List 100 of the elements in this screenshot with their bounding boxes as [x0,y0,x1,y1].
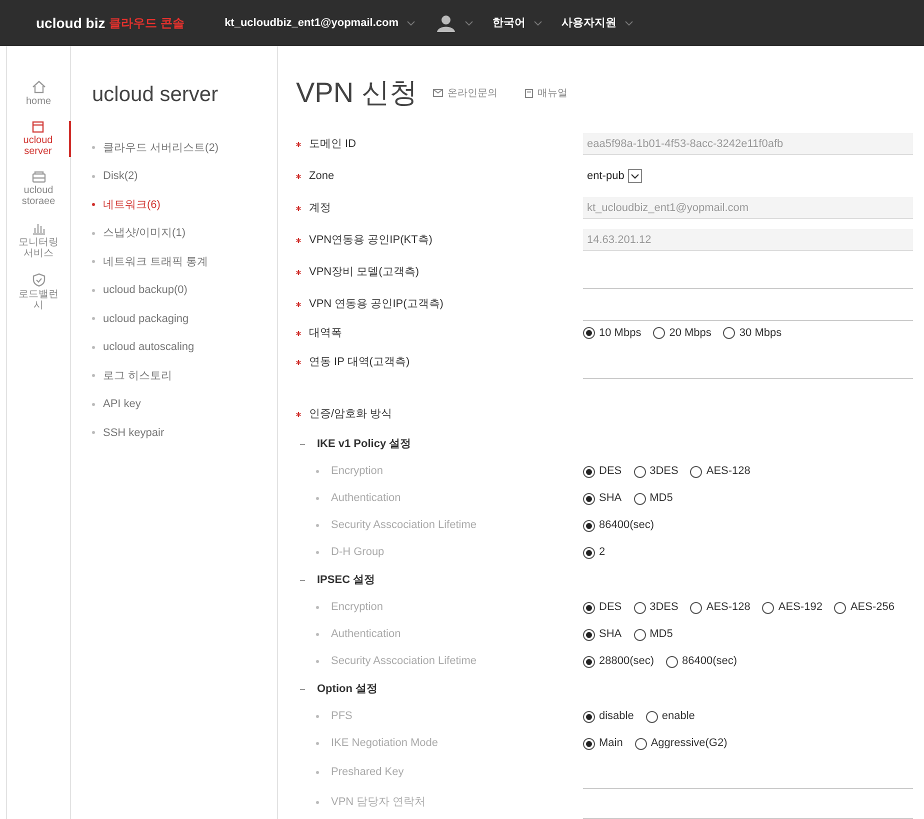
page-title: VPN 신청 [296,76,418,110]
field-label: D-H Group [331,545,384,560]
required-icon [296,412,301,416]
field-label: PFS [331,709,352,724]
field-label: VPN 연동용 공인IP(고객측) [309,296,444,312]
radio-button[interactable] [583,466,595,478]
radio-label: AES-128 [706,464,750,480]
header-menu[interactable]: 사용자지원 [562,14,632,32]
chart-icon [32,221,46,235]
readonly-field[interactable]: 14.63.201.12 [583,229,913,251]
radio-button[interactable] [583,656,595,668]
radio-button[interactable] [583,628,595,640]
required-icon [296,360,301,364]
radio-button[interactable] [634,492,646,504]
chevron-down-icon [406,20,414,26]
radio-button[interactable] [666,656,678,668]
submenu-item[interactable]: 네트워크(6) [103,196,160,213]
logo[interactable]: ucloud biz [36,12,106,34]
radio-label: 3DES [650,600,678,616]
field-label: VPN연동용 공인IP(KT측) [309,232,432,248]
radio-label: MD5 [650,627,673,642]
radio-button[interactable] [634,738,647,750]
chevron-down-icon [631,174,640,178]
readonly-field[interactable]: kt_ucloudbiz_ent1@yopmail.com [583,197,913,219]
radio-label: SHA [599,627,622,642]
submenu-item[interactable]: 네트워크 트래픽 통계 [103,254,208,270]
rail-item[interactable]: home [7,80,70,107]
radio-button[interactable] [762,602,774,614]
radio-button[interactable] [653,327,666,339]
submenu-item[interactable]: ucloud backup(0) [103,282,188,298]
field-label: Preshared Key [331,764,404,780]
submenu-item[interactable]: 로그 히스토리 [103,368,172,384]
radio-button[interactable] [723,327,736,339]
field-label: IKE Negotiation Mode [331,736,438,752]
bullet-icon [316,470,319,473]
chevron-down-icon [534,20,542,26]
submenu-item[interactable]: 스냅샷/이미지(1) [103,225,186,242]
radio-button[interactable] [583,710,595,722]
required-icon [296,206,301,210]
radio-label: Main [599,736,623,752]
radio-button[interactable] [583,520,595,532]
field-label: Security Asscociation Lifetime [331,654,477,670]
radio-label: AES-128 [706,600,750,616]
radio-button[interactable] [634,628,646,640]
field-label: Authentication [331,491,401,506]
rail-item[interactable]: 로드밸런시 [7,273,70,311]
header-link[interactable]: 매뉴얼 [525,86,568,100]
required-icon [296,270,301,274]
required-icon [296,238,301,242]
header-menu[interactable]: 한국어 [492,14,542,32]
dash-icon [300,688,305,690]
radio-label: SHA [599,491,622,506]
radio-button[interactable] [583,492,595,504]
radio-label: enable [662,709,695,724]
submenu-item[interactable]: SSH keypair [103,424,164,441]
zone-select[interactable]: ent-pub [583,168,646,184]
radio-button[interactable] [583,327,595,339]
header-menu[interactable]: kt_ucloudbiz_ent1@yopmail.com [224,14,414,32]
radio-button[interactable] [646,710,658,722]
rail-item[interactable]: ucloud storaee [7,171,70,207]
radio-button[interactable] [690,602,702,614]
chevron-down-icon [464,20,472,26]
rail-item[interactable]: ucloud server [8,121,70,157]
bullet-icon [316,800,319,804]
radio-label: AES-192 [778,600,822,616]
user-menu[interactable] [434,14,472,32]
rail-item[interactable]: 모니터링 서비스 [7,221,70,259]
radio-button[interactable] [583,546,595,558]
bullet-icon [92,346,95,349]
submenu-item[interactable]: 클라우드 서버리스트(2) [103,140,218,156]
required-icon [296,302,301,306]
bullet-icon [316,742,319,745]
field-label: Security Asscociation Lifetime [331,518,477,534]
radio-button[interactable] [583,602,595,614]
radio-label: 86400(sec) [599,518,654,534]
radio-button[interactable] [634,466,646,478]
radio-label: 30 Mbps [739,326,782,341]
bullet-icon [92,317,95,320]
bullet-icon [92,174,95,178]
field-label: VPN장비 모델(고객측) [309,264,419,280]
radio-button[interactable] [634,602,646,614]
window-icon [32,121,44,133]
group-heading: IPSEC 설정 [317,572,376,588]
logo-subtitle: 클라우드 콘솔 [109,15,185,32]
submenu-item[interactable]: ucloud packaging [103,310,189,327]
radio-button[interactable] [834,602,846,614]
submenu-item[interactable]: Disk(2) [103,168,138,184]
radio-label: 86400(sec) [682,654,738,670]
bullet-icon [92,232,95,235]
radio-label: 2 [599,545,606,560]
radio-label: AES-256 [850,600,894,616]
field-label: 인증/암호화 방식 [309,406,392,422]
radio-label: disable [599,709,634,724]
radio-button[interactable] [690,466,702,478]
submenu-item[interactable]: ucloud autoscaling [103,339,194,356]
submenu-item[interactable]: API key [103,396,141,412]
bullet-icon [92,203,95,206]
header-link[interactable]: 온라인문의 [433,86,498,100]
readonly-field[interactable]: eaa5f98a-1b01-4f53-8acc-3242e11f0afb [583,133,913,155]
radio-button[interactable] [583,738,595,750]
